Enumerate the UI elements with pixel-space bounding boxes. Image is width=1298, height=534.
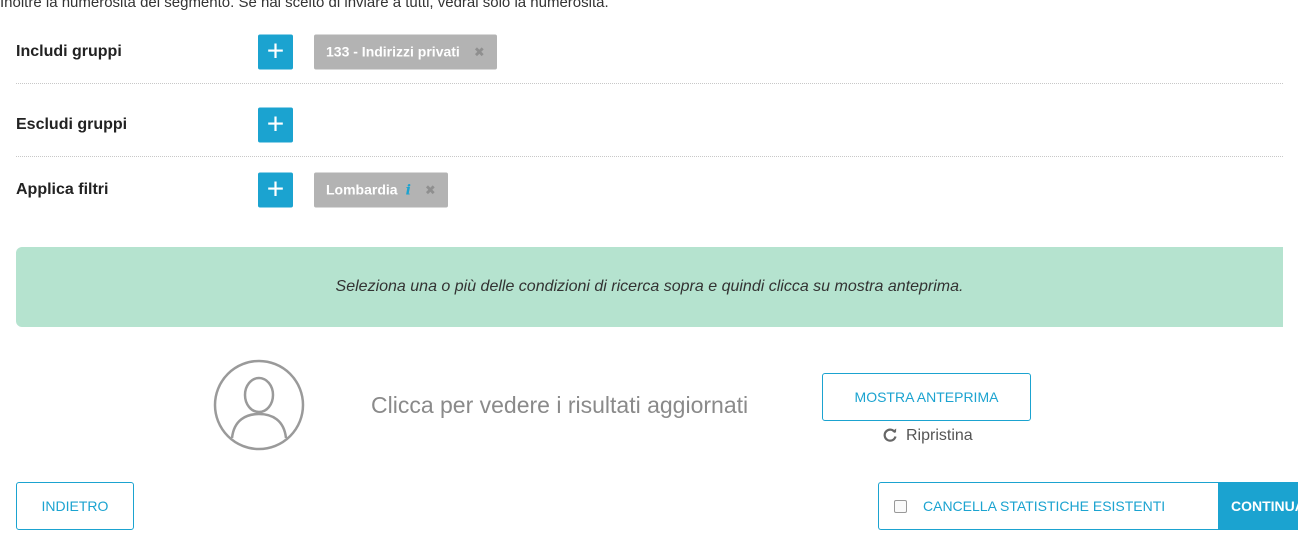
- remove-tag-icon[interactable]: ✖: [425, 183, 436, 198]
- filter-tag-label: Lombardia: [326, 181, 398, 198]
- preview-hint: Clicca per vedere i risultati aggiornati: [371, 392, 749, 418]
- exclude-groups-label: Escludi gruppi: [16, 115, 128, 133]
- back-button[interactable]: INDIETRO: [16, 482, 134, 530]
- apply-filters-label: Applica filtri: [16, 181, 109, 198]
- filter-tag: Lombardia i ✖: [314, 172, 448, 208]
- reset-label: Ripristina: [906, 427, 973, 444]
- clear-stats-group: CANCELLA STATISTICHE ESISTENTI CONTINUA: [878, 482, 1298, 530]
- apply-filters-add-button[interactable]: +: [258, 172, 293, 208]
- exclude-groups-row: Escludi gruppi +: [16, 93, 1283, 157]
- include-groups-add-button[interactable]: +: [258, 34, 293, 69]
- include-group-tag-label: 133 - Indirizzi privati: [326, 43, 460, 59]
- include-groups-label: Includi gruppi: [16, 42, 122, 60]
- clear-stats-checkbox[interactable]: [894, 500, 907, 513]
- user-avatar-icon: [212, 358, 306, 452]
- refresh-icon: [882, 427, 898, 448]
- continue-button[interactable]: CONTINUA: [1218, 482, 1298, 530]
- exclude-groups-add-button[interactable]: +: [258, 107, 293, 142]
- reset-link[interactable]: Ripristina: [882, 427, 973, 448]
- include-group-tag: 133 - Indirizzi privati ✖: [314, 34, 497, 69]
- include-groups-row: Includi gruppi + 133 - Indirizzi privati…: [16, 20, 1283, 84]
- show-preview-button[interactable]: MOSTRA ANTEPRIMA: [822, 373, 1031, 421]
- clear-stats-label[interactable]: CANCELLA STATISTICHE ESISTENTI: [923, 483, 1165, 529]
- remove-tag-icon[interactable]: ✖: [474, 44, 485, 59]
- apply-filters-row: Applica filtri + Lombardia i ✖: [16, 158, 1283, 222]
- top-note: Inoltre la numerosità del segmento. Se h…: [0, 0, 609, 11]
- info-banner: Seleziona una o più delle condizioni di …: [16, 247, 1283, 327]
- info-icon[interactable]: i: [406, 183, 411, 199]
